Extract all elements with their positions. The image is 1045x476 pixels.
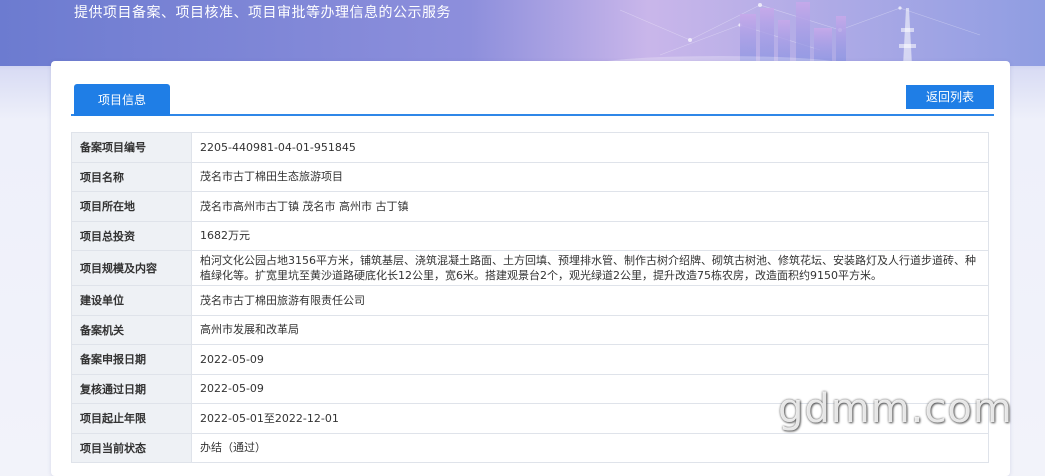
table-row: 备案申报日期 2022-05-09 bbox=[71, 344, 989, 375]
city-skyline-illustration bbox=[600, 2, 981, 66]
table-row: 项目所在地 茂名市高州市古丁镇 茂名市 高州市 古丁镇 bbox=[71, 191, 989, 222]
row-label: 备案项目编号 bbox=[71, 132, 192, 163]
row-label: 建设单位 bbox=[71, 285, 192, 316]
row-value: 茂名市高州市古丁镇 茂名市 高州市 古丁镇 bbox=[191, 191, 989, 222]
row-value: 茂名市古丁棉田旅游有限责任公司 bbox=[191, 285, 989, 316]
row-value: 茂名市古丁棉田生态旅游项目 bbox=[191, 161, 989, 192]
table-row: 项目规模及内容 柏河文化公园占地3156平方米，铺筑基层、浇筑混凝土路面、土方回… bbox=[71, 250, 989, 286]
tab-bar: 项目信息 bbox=[71, 84, 994, 116]
table-row: 备案机关 高州市发展和改革局 bbox=[71, 314, 989, 345]
row-label: 项目名称 bbox=[71, 161, 192, 192]
table-row: 项目当前状态 办结（通过） bbox=[71, 432, 989, 463]
row-label: 复核通过日期 bbox=[71, 373, 192, 404]
row-label: 项目总投资 bbox=[71, 220, 192, 251]
row-label: 备案机关 bbox=[71, 314, 192, 345]
row-label: 项目起止年限 bbox=[71, 403, 192, 434]
table-row: 建设单位 茂名市古丁棉田旅游有限责任公司 bbox=[71, 285, 989, 316]
back-to-list-button[interactable]: 返回列表 bbox=[906, 85, 994, 109]
table-row: 备案项目编号 2205-440981-04-01-951845 bbox=[71, 132, 989, 163]
header-subtitle: 提供项目备案、项目核准、项目审批等办理信息的公示服务 bbox=[74, 5, 451, 21]
table-row: 项目总投资 1682万元 bbox=[71, 220, 989, 251]
row-label: 项目规模及内容 bbox=[71, 250, 192, 286]
row-value: 高州市发展和改革局 bbox=[191, 314, 989, 345]
row-value: 2022-05-09 bbox=[191, 344, 989, 375]
row-value: 2205-440981-04-01-951845 bbox=[191, 132, 989, 163]
row-value: 柏河文化公园占地3156平方米，铺筑基层、浇筑混凝土路面、土方回填、预埋排水管、… bbox=[191, 250, 989, 286]
site-watermark: gdmm.com bbox=[778, 386, 1013, 432]
row-label: 备案申报日期 bbox=[71, 344, 192, 375]
row-label: 项目所在地 bbox=[71, 191, 192, 222]
table-row: 项目名称 茂名市古丁棉田生态旅游项目 bbox=[71, 161, 989, 192]
row-label: 项目当前状态 bbox=[71, 432, 192, 463]
header-banner: 提供项目备案、项目核准、项目审批等办理信息的公示服务 bbox=[0, 0, 1045, 66]
row-value: 1682万元 bbox=[191, 220, 989, 251]
row-value: 办结（通过） bbox=[191, 432, 989, 463]
tab-project-info[interactable]: 项目信息 bbox=[74, 84, 170, 116]
